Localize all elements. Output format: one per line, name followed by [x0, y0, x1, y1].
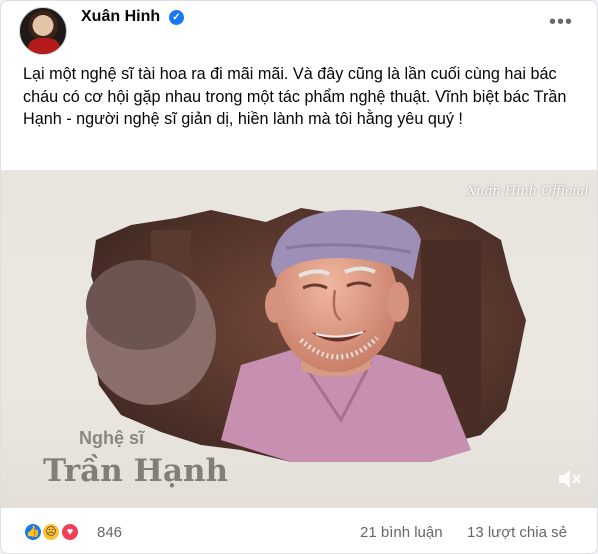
like-icon[interactable]: 👍 [23, 522, 43, 542]
post-video[interactable]: Xuân Hinh Official Nghệ sĩ Trần Hạnh [1, 170, 597, 508]
reactions-count[interactable]: 846 [97, 524, 122, 541]
video-watermark: Xuân Hinh Official [467, 184, 589, 199]
speaker-muted-icon[interactable] [554, 464, 584, 494]
more-options-icon[interactable]: ••• [549, 12, 573, 35]
video-caption-name: Trần Hạnh [43, 453, 229, 489]
video-caption-label: Nghệ sĩ [79, 428, 145, 448]
comments-count[interactable]: 21 bình luận [360, 524, 443, 541]
avatar[interactable] [19, 7, 67, 55]
sad-icon[interactable]: ☹ [41, 522, 61, 542]
facebook-post: Xuân Hinh ✓ ••• Lại một nghệ sĩ tài hoa … [0, 0, 598, 554]
post-footer: 👍 ☹ ♥ 846 21 bình luận 13 lượt chia sẻ [1, 508, 597, 553]
post-text: Lại một nghệ sĩ tài hoa ra đi mãi mãi. V… [23, 65, 567, 129]
love-icon[interactable]: ♥ [60, 522, 80, 542]
post-header: Xuân Hinh ✓ ••• [1, 1, 597, 61]
author-name[interactable]: Xuân Hinh [81, 8, 160, 26]
verified-icon: ✓ [169, 10, 184, 25]
shares-count[interactable]: 13 lượt chia sẻ [467, 524, 567, 541]
